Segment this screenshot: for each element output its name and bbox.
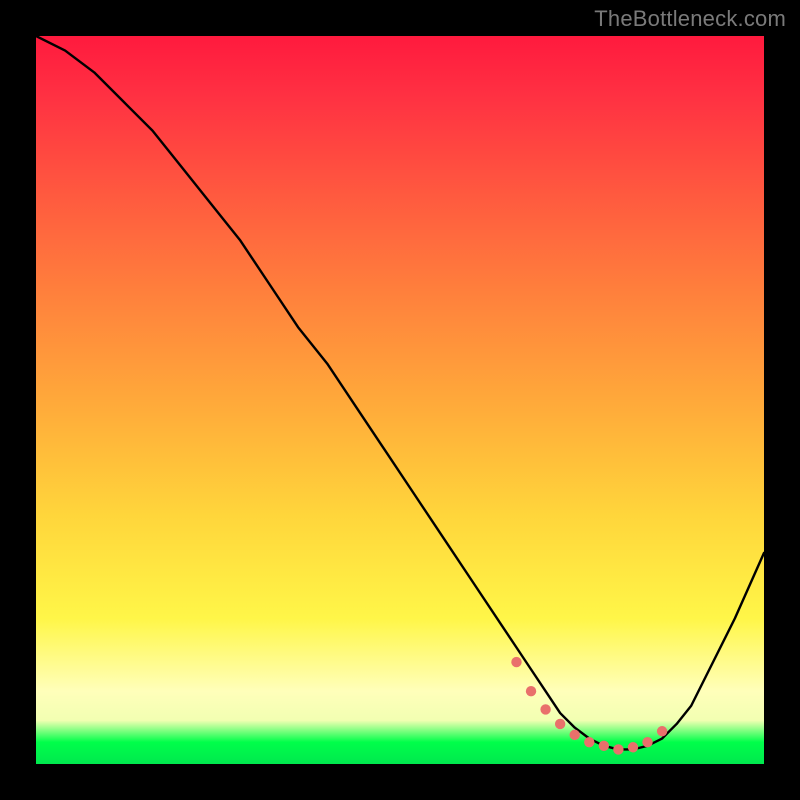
- marker-dot: [555, 719, 565, 729]
- marker-dot: [628, 742, 638, 752]
- watermark-text: TheBottleneck.com: [594, 6, 786, 32]
- marker-dot: [599, 741, 609, 751]
- chart-frame: TheBottleneck.com: [0, 0, 800, 800]
- marker-dot: [570, 730, 580, 740]
- curve-path: [36, 36, 764, 749]
- marker-dot: [540, 704, 550, 714]
- chart-svg: [36, 36, 764, 764]
- marker-dot: [642, 737, 652, 747]
- marker-dot: [657, 726, 667, 736]
- marker-dot: [584, 737, 594, 747]
- plot-area: [36, 36, 764, 764]
- marker-dot: [511, 657, 521, 667]
- flat-region-markers: [511, 657, 667, 755]
- marker-dot: [526, 686, 536, 696]
- marker-dot: [613, 744, 623, 754]
